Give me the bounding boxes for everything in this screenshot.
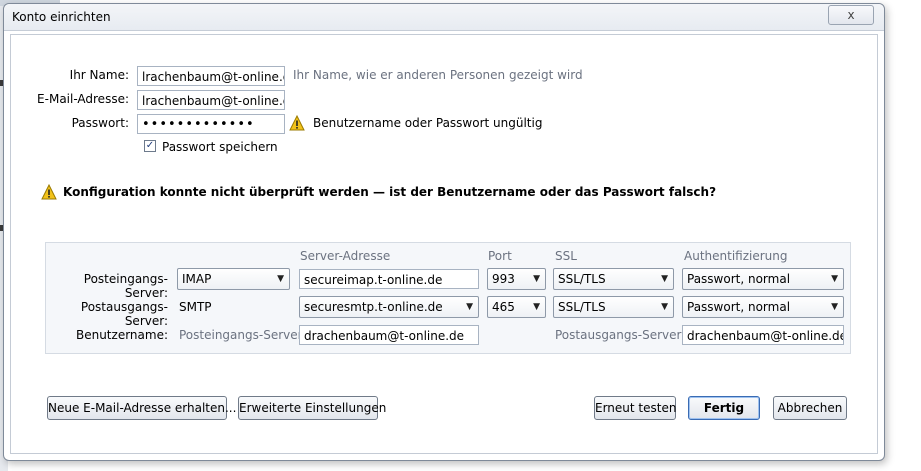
column-header-address: Server-Adresse — [300, 249, 391, 263]
window-title: Konto einrichten — [12, 10, 111, 24]
title-bar: Konto einrichten x — [4, 4, 884, 31]
done-button[interactable]: Fertig — [688, 396, 760, 420]
outgoing-auth-select[interactable]: Passwort, normal ▼ — [682, 296, 844, 318]
new-email-address-button[interactable]: Neue E-Mail-Adresse erhalten... — [47, 396, 236, 420]
password-label: Passwort: — [71, 116, 129, 130]
chevron-down-icon: ▼ — [533, 302, 540, 312]
server-settings-panel: Server-Adresse Port SSL Authentifizierun… — [45, 242, 851, 354]
username-outgoing-input[interactable]: drachenbaum@t-online.de — [682, 325, 844, 345]
incoming-ssl-value: SSL/TLS — [558, 272, 606, 286]
outgoing-ssl-value: SSL/TLS — [558, 300, 606, 314]
chevron-down-icon: ▼ — [661, 302, 668, 312]
dialog-content: Ihr Name: lrachenbaum@t-online.de Ihr Na… — [10, 34, 878, 454]
username-incoming-label: Posteingangs-Server: — [179, 328, 307, 342]
outgoing-server-address-select[interactable]: securesmtp.t-online.de ▼ — [299, 296, 479, 318]
chevron-down-icon: ▼ — [831, 274, 838, 284]
outgoing-server-address-value: securesmtp.t-online.de — [304, 300, 443, 314]
name-label: Ihr Name: — [69, 68, 129, 82]
incoming-protocol-value: IMAP — [182, 272, 212, 286]
chevron-down-icon: ▼ — [277, 274, 284, 284]
column-header-auth: Authentifizierung — [684, 249, 788, 263]
warning-icon — [289, 115, 305, 131]
outgoing-port-value: 465 — [492, 300, 515, 314]
retest-button[interactable]: Erneut testen — [594, 396, 676, 420]
remember-password-checkbox[interactable]: ✓ — [144, 140, 156, 152]
name-input[interactable]: lrachenbaum@t-online.de — [137, 66, 285, 86]
config-alert-message: Konfiguration konnte nicht überprüft wer… — [63, 185, 717, 199]
incoming-server-address-input[interactable]: secureimap.t-online.de — [299, 269, 479, 289]
checkmark-icon: ✓ — [145, 140, 155, 151]
close-icon: x — [847, 8, 855, 22]
outgoing-ssl-select[interactable]: SSL/TLS ▼ — [553, 296, 674, 318]
close-button[interactable]: x — [828, 5, 874, 25]
chevron-down-icon: ▼ — [831, 302, 838, 312]
username-outgoing-label: Postausgangs-Server: — [555, 328, 686, 342]
outgoing-auth-value: Passwort, normal — [687, 300, 791, 314]
remember-password-label: Passwort speichern — [162, 140, 278, 154]
incoming-auth-value: Passwort, normal — [687, 272, 791, 286]
chevron-down-icon: ▼ — [466, 302, 473, 312]
email-input[interactable]: lrachenbaum@t-online.de — [137, 90, 285, 110]
username-label: Benutzername: — [75, 328, 168, 342]
column-header-ssl: SSL — [555, 249, 577, 263]
chevron-down-icon: ▼ — [533, 274, 540, 284]
incoming-port-value: 993 — [492, 272, 515, 286]
outgoing-protocol: SMTP — [179, 300, 212, 314]
username-incoming-input[interactable]: drachenbaum@t-online.de — [299, 325, 479, 345]
cancel-button[interactable]: Abbrechen — [773, 396, 847, 420]
account-setup-dialog: Konto einrichten x Ihr Name: lrachenbaum… — [3, 3, 885, 461]
email-label: E-Mail-Adresse: — [37, 92, 129, 106]
incoming-server-label: Posteingangs-Server: — [83, 272, 168, 300]
incoming-protocol-select[interactable]: IMAP ▼ — [177, 268, 290, 290]
outgoing-port-select[interactable]: 465 ▼ — [487, 296, 546, 318]
name-hint: Ihr Name, wie er anderen Personen gezeig… — [293, 68, 583, 82]
password-input[interactable]: ••••••••••••• — [137, 114, 285, 134]
column-header-port: Port — [488, 249, 512, 263]
incoming-port-select[interactable]: 993 ▼ — [487, 268, 546, 290]
incoming-auth-select[interactable]: Passwort, normal ▼ — [682, 268, 844, 290]
chevron-down-icon: ▼ — [661, 274, 668, 284]
advanced-settings-button[interactable]: Erweiterte Einstellungen — [238, 396, 386, 420]
incoming-ssl-select[interactable]: SSL/TLS ▼ — [553, 268, 674, 290]
outgoing-server-label: Postausgangs-Server: — [80, 300, 168, 328]
warning-icon — [41, 184, 57, 200]
password-warning: Benutzername oder Passwort ungültig — [313, 116, 543, 130]
